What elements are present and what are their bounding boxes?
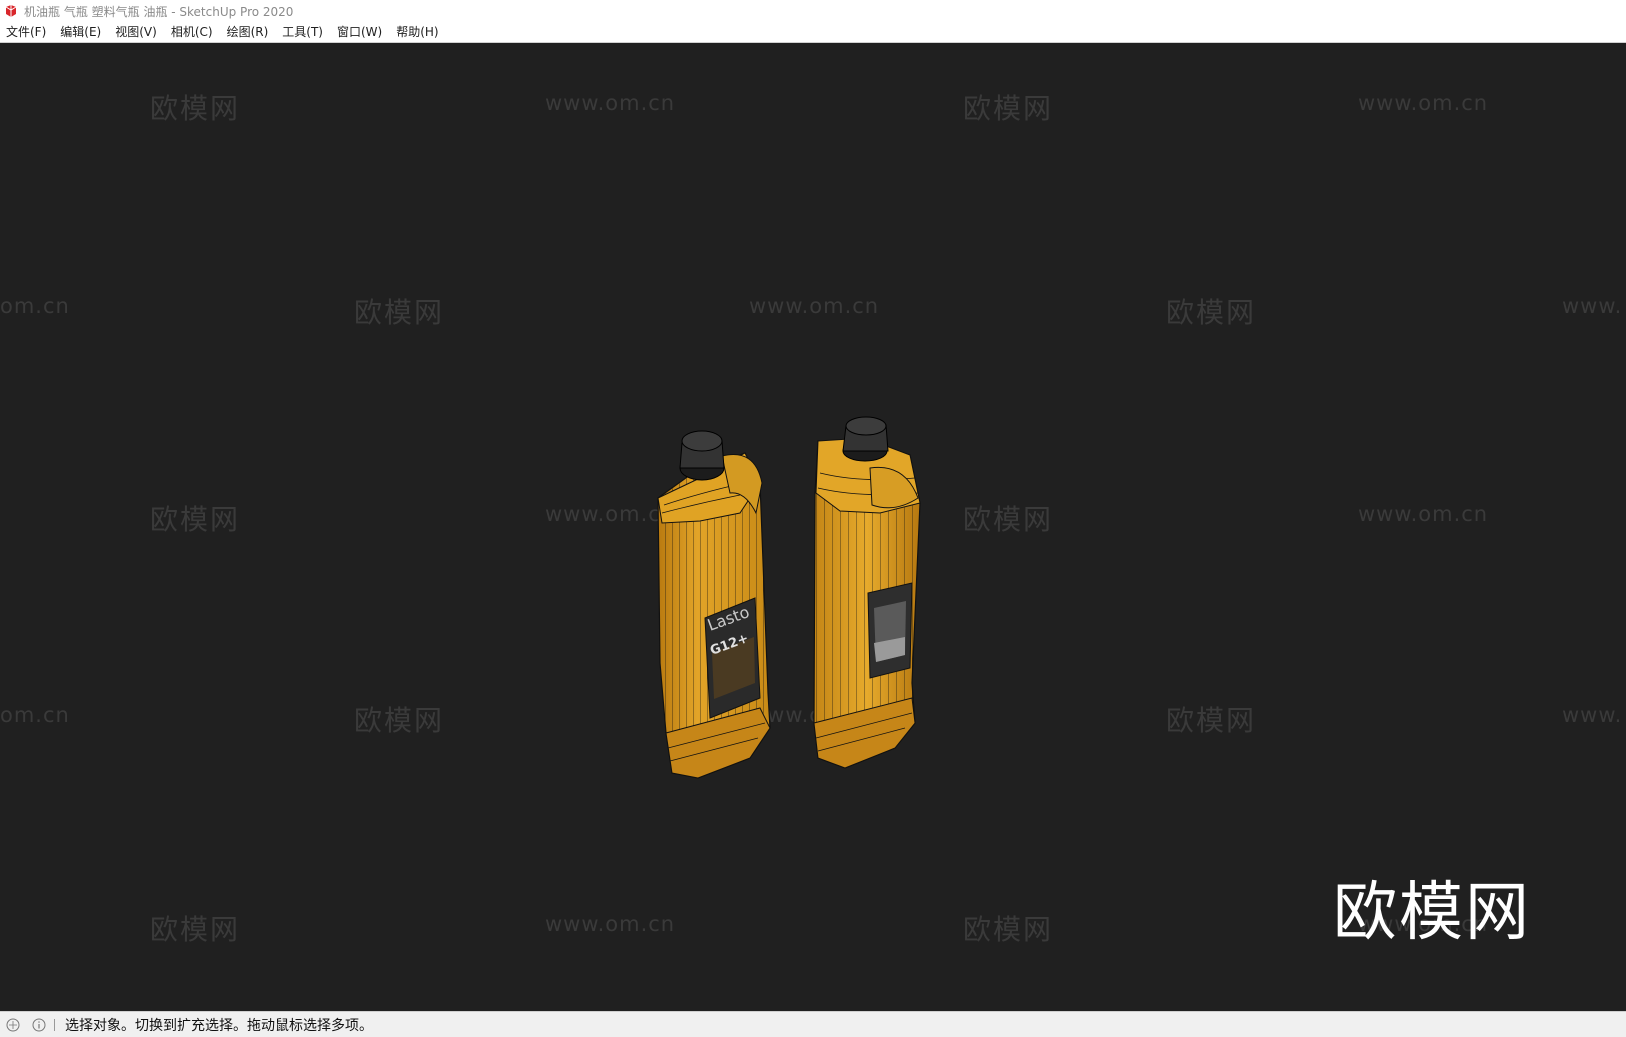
menu-draw[interactable]: 绘图(R) xyxy=(220,22,276,42)
watermark-logo: 欧模网 xyxy=(1333,876,1531,950)
menu-help[interactable]: 帮助(H) xyxy=(389,22,445,42)
info-icon[interactable] xyxy=(32,1018,46,1032)
title-bar: 机油瓶 气瓶 塑料气瓶 油瓶 - SketchUp Pro 2020 xyxy=(0,0,1626,22)
sketchup-window: 机油瓶 气瓶 塑料气瓶 油瓶 - SketchUp Pro 2020 文件(F)… xyxy=(0,0,1626,1037)
menu-edit[interactable]: 编辑(E) xyxy=(53,22,108,42)
menu-window[interactable]: 窗口(W) xyxy=(330,22,389,42)
sketchup-logo-icon xyxy=(5,5,17,17)
status-message: 选择对象。切换到扩充选择。拖动鼠标选择多项。 xyxy=(65,1018,373,1034)
oil-bottle-left[interactable]: Lasto G12+ xyxy=(657,430,771,779)
oil-bottle-right[interactable] xyxy=(813,416,921,769)
menu-bar: 文件(F) 编辑(E) 视图(V) 相机(C) 绘图(R) 工具(T) 窗口(W… xyxy=(0,22,1626,43)
menu-tools[interactable]: 工具(T) xyxy=(275,22,330,42)
geolocation-icon[interactable] xyxy=(6,1018,20,1032)
window-title: 机油瓶 气瓶 塑料气瓶 油瓶 - SketchUp Pro 2020 xyxy=(24,4,294,19)
drawing-viewport[interactable]: 欧模网 www.om.cn 欧模网 www.om.cn om.cn 欧模网 ww… xyxy=(0,43,1626,1011)
menu-view[interactable]: 视图(V) xyxy=(108,22,164,42)
menu-file[interactable]: 文件(F) xyxy=(0,22,53,42)
status-divider xyxy=(54,1019,55,1031)
status-bar: 选择对象。切换到扩充选择。拖动鼠标选择多项。 xyxy=(0,1011,1626,1037)
menu-camera[interactable]: 相机(C) xyxy=(164,22,220,42)
